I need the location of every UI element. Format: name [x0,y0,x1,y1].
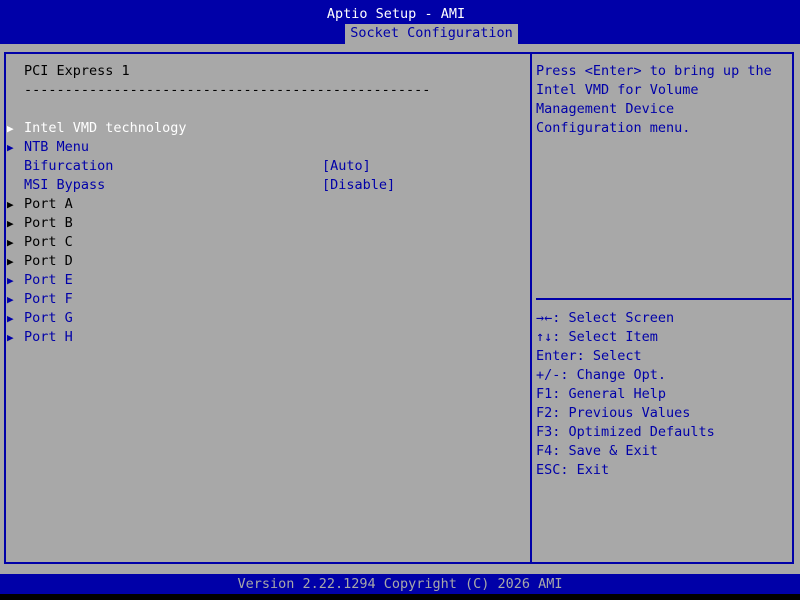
menu-item-label: Port B [24,215,73,231]
help-text-line: Management Device [536,101,675,117]
help-separator [536,298,791,300]
section-title: PCI Express 1 [24,63,130,79]
main-panel: PCI Express 1 --------------------------… [0,44,800,574]
menu-item-label: Port H [24,329,73,345]
bottom-edge [0,594,800,600]
key-legend-enter: Enter: Select [536,348,642,364]
triangle-right-icon: ▶ [7,236,14,249]
triangle-right-icon: ▶ [7,255,14,268]
triangle-right-icon: ▶ [7,293,14,306]
menu-item-label: Port D [24,253,73,269]
triangle-right-icon: ▶ [7,331,14,344]
key-legend-f3: F3: Optimized Defaults [536,424,715,440]
menu-item-label: Intel VMD technology [24,120,187,136]
menu-item-label: Port C [24,234,73,250]
setting-label: Bifurcation [24,158,114,174]
key-legend-change-opt: +/-: Change Opt. [536,367,667,383]
key-legend-f2: F2: Previous Values [536,405,691,421]
panel-divider [530,52,532,564]
key-legend-select-item: ↑↓: Select Item [536,329,658,345]
triangle-right-icon: ▶ [7,141,14,154]
title-bar: Aptio Setup - AMI Socket Configuration [0,0,800,44]
app-title: Aptio Setup - AMI [326,6,466,22]
menu-item-label: Port E [24,272,73,288]
setting-value[interactable]: [Auto] [322,157,371,176]
triangle-right-icon: ▶ [7,312,14,325]
help-text-line: Configuration menu. [536,120,691,136]
setting-label: MSI Bypass [24,177,106,193]
triangle-right-icon: ▶ [7,274,14,287]
key-legend-select-screen: →←: Select Screen [536,310,675,326]
help-text-line: Press <Enter> to bring up the [536,63,772,79]
footer-bar: Version 2.22.1294 Copyright (C) 2026 AMI [0,574,800,594]
help-text-line: Intel VMD for Volume [536,82,699,98]
menu-item-label: Port G [24,310,73,326]
section-rule: ----------------------------------------… [24,82,431,98]
setting-value[interactable]: [Disable] [322,176,395,195]
menu-item-label: Port F [24,291,73,307]
key-legend-esc: ESC: Exit [536,462,610,478]
triangle-right-icon: ▶ [7,217,14,230]
tab-socket-configuration[interactable]: Socket Configuration [345,24,518,44]
menu-item-label: NTB Menu [24,139,90,155]
triangle-right-icon: ▶ [7,198,14,211]
menu-item-label: Port A [24,196,73,212]
triangle-right-icon: ▶ [7,122,14,135]
key-legend-f1: F1: General Help [536,386,667,402]
footer-version: Version 2.22.1294 Copyright (C) 2026 AMI [237,576,563,592]
key-legend-f4: F4: Save & Exit [536,443,658,459]
